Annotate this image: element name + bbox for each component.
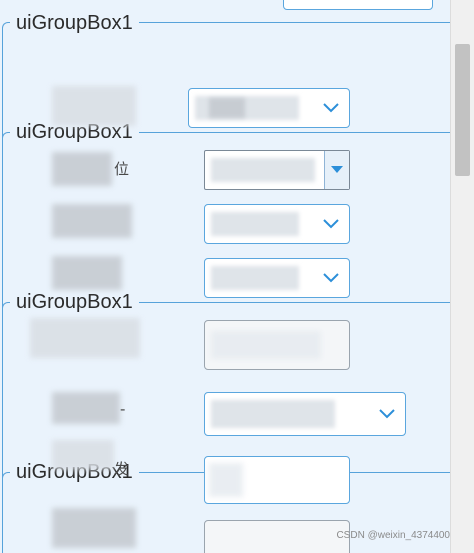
combo-box-4[interactable]: [204, 258, 350, 298]
field-label-2-suffix: 位: [114, 160, 130, 178]
triangle-down-icon: [331, 166, 343, 173]
text-field-5-value: [211, 331, 321, 359]
chevron-down-icon[interactable]: [323, 273, 339, 283]
combo-box-6[interactable]: [204, 392, 406, 436]
field-label-4: [52, 256, 122, 290]
field-label-7-suffix: 发: [114, 460, 130, 478]
combo-box-3-value: [211, 212, 299, 236]
group-box-title-3: uiGroupBox1: [10, 290, 139, 314]
vertical-scrollbar[interactable]: [450, 0, 474, 553]
field-label-5: [30, 318, 140, 358]
field-label-2: [52, 152, 112, 186]
field-label-3: [52, 204, 132, 238]
text-field-7[interactable]: [204, 456, 350, 504]
combo-box-2-value: [211, 158, 315, 182]
chevron-down-icon[interactable]: [323, 103, 339, 113]
combo-box-1-value-mark: [209, 98, 245, 118]
combo-box-4-value: [211, 266, 299, 290]
text-field-5[interactable]: [204, 320, 350, 370]
combo-box-2[interactable]: [204, 150, 350, 190]
chevron-down-icon[interactable]: [323, 219, 339, 229]
combo-box-2-dropdown-button[interactable]: [324, 151, 349, 189]
top-input-field[interactable]: [283, 0, 433, 10]
combo-box-6-value: [211, 400, 335, 428]
scrollbar-thumb[interactable]: [455, 44, 470, 176]
field-label-1: [52, 86, 136, 126]
combo-box-3[interactable]: [204, 204, 350, 244]
field-label-6: [52, 392, 120, 424]
text-field-7-value: [209, 463, 243, 497]
group-box-title-1: uiGroupBox1: [10, 11, 139, 35]
watermark: CSDN @weixin_4374400: [336, 530, 450, 541]
chevron-down-icon[interactable]: [379, 409, 395, 419]
field-label-6-suffix: -: [120, 400, 126, 418]
field-label-8: [52, 508, 136, 548]
field-label-7: [52, 440, 114, 470]
combo-box-1[interactable]: [188, 88, 350, 128]
form-panel: uiGroupBox1 uiGroupBox1 uiGroupBox1 uiGr…: [0, 0, 450, 553]
